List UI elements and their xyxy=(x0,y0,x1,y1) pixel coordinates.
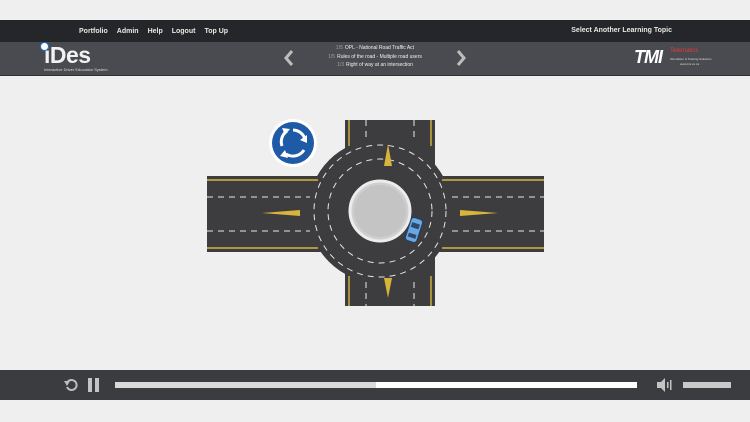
tmi-logo-mark: TMI xyxy=(634,47,663,67)
previous-topic-button[interactable] xyxy=(281,48,297,68)
pause-button[interactable] xyxy=(88,378,100,392)
nav-logout-link[interactable]: Logout xyxy=(172,28,196,35)
pause-icon xyxy=(88,378,92,392)
replay-button[interactable] xyxy=(64,378,78,392)
chevron-right-icon xyxy=(456,50,466,66)
player-controls xyxy=(0,370,750,400)
breadcrumb-level-1: 1/5 OPL - National Road Traffic Act xyxy=(335,45,415,51)
top-navigation-bar: Portfolio Admin Help Logout Top Up Selec… xyxy=(0,20,750,42)
lesson-stage xyxy=(0,76,750,370)
pause-icon-bar xyxy=(95,378,99,392)
roundabout-sign-icon xyxy=(269,119,317,167)
location-pin-icon xyxy=(40,42,49,51)
volume-slider[interactable] xyxy=(683,382,731,388)
nav-portfolio-link[interactable]: Portfolio xyxy=(79,28,108,35)
tmi-logo-brand: Telematics xyxy=(670,48,699,54)
next-topic-button[interactable] xyxy=(453,48,469,68)
nav-admin-link[interactable]: Admin xyxy=(117,28,139,35)
breadcrumb-level-2: 1/5 Rules of the road - Multiple road use… xyxy=(328,53,422,60)
speaker-icon xyxy=(657,378,672,392)
ides-logo: iDes Interactive Driver Education System xyxy=(40,42,120,75)
tmi-logo: TMI Telematics Simulation & Training Sol… xyxy=(634,46,719,72)
top-nav-menu: Portfolio Admin Help Logout Top Up xyxy=(79,28,228,35)
chevron-left-icon xyxy=(284,50,294,66)
ides-logo-tagline: Interactive Driver Education System xyxy=(44,67,108,72)
central-island-texture xyxy=(354,185,406,237)
nav-help-link[interactable]: Help xyxy=(148,28,163,35)
ides-logo-wordmark: iDes xyxy=(44,42,91,68)
breadcrumb-level-3: 1/3 Right of way at an intersection xyxy=(337,62,413,68)
replay-icon xyxy=(64,379,78,391)
progress-played xyxy=(115,382,376,388)
roundabout-scene xyxy=(207,119,544,306)
select-topic-link[interactable]: Select Another Learning Topic xyxy=(571,27,672,34)
volume-button[interactable] xyxy=(657,378,673,392)
tmi-logo-subtitle: Simulation & Training Solutions xyxy=(670,57,712,61)
progress-bar[interactable] xyxy=(115,382,637,388)
volume-level xyxy=(683,382,731,388)
lesson-header: iDes Interactive Driver Education System… xyxy=(0,42,750,76)
lesson-breadcrumb: 1/5 OPL - National Road Traffic Act 1/5 Ru… xyxy=(300,44,450,70)
nav-top-up-link[interactable]: Top Up xyxy=(204,28,228,35)
tmi-logo-url: www.tmi.co.za xyxy=(680,62,700,66)
